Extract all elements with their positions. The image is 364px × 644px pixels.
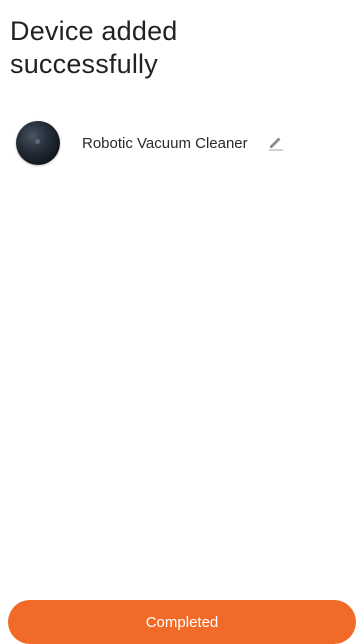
page-title: Device added successfully xyxy=(10,16,178,79)
edit-device-name-button[interactable] xyxy=(266,133,286,153)
device-name: Robotic Vacuum Cleaner xyxy=(82,134,248,152)
robot-vacuum-icon xyxy=(16,121,60,165)
completed-button[interactable]: Completed xyxy=(8,600,356,644)
device-row: Robotic Vacuum Cleaner xyxy=(16,120,346,166)
pencil-icon xyxy=(268,137,283,151)
